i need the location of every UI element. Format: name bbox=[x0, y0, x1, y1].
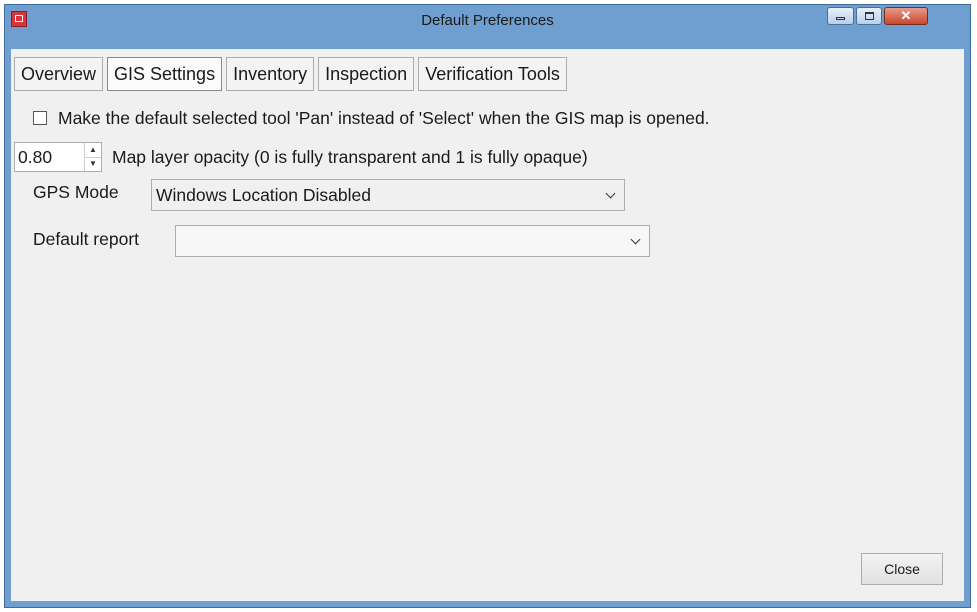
close-window-button[interactable]: ✕ bbox=[884, 7, 928, 25]
minimize-icon bbox=[828, 8, 853, 24]
opacity-spin-buttons[interactable]: ▲ ▼ bbox=[84, 143, 101, 171]
minimize-button[interactable] bbox=[827, 7, 854, 25]
gps-mode-value: Windows Location Disabled bbox=[156, 184, 371, 205]
pan-tool-label: Make the default selected tool 'Pan' ins… bbox=[58, 107, 710, 128]
default-report-label: Default report bbox=[33, 229, 140, 249]
maximize-button[interactable] bbox=[856, 7, 882, 25]
maximize-icon bbox=[857, 8, 881, 24]
gps-mode-label: GPS Mode bbox=[33, 182, 119, 202]
dialog-body: Overview GIS Settings Inventory Inspecti… bbox=[11, 49, 964, 601]
tab-inventory[interactable]: Inventory bbox=[226, 57, 315, 91]
default-report-select[interactable] bbox=[175, 225, 650, 257]
title-bar[interactable]: Default Preferences ✕ bbox=[5, 5, 970, 49]
close-icon: ✕ bbox=[900, 8, 912, 23]
opacity-value[interactable]: 0.80 bbox=[15, 143, 84, 171]
opacity-label: Map layer opacity (0 is fully transparen… bbox=[112, 146, 588, 167]
close-button[interactable]: Close bbox=[861, 553, 943, 585]
tab-verification-tools[interactable]: Verification Tools bbox=[418, 57, 567, 91]
tab-overview[interactable]: Overview bbox=[14, 57, 104, 91]
opacity-stepper[interactable]: 0.80 ▲ ▼ bbox=[14, 142, 102, 172]
spin-down-icon[interactable]: ▼ bbox=[85, 156, 101, 172]
tab-gis-settings[interactable]: GIS Settings bbox=[107, 57, 223, 91]
pan-tool-checkbox[interactable] bbox=[33, 111, 47, 125]
spin-up-icon[interactable]: ▲ bbox=[85, 143, 101, 157]
chevron-down-icon bbox=[630, 234, 641, 245]
preferences-window: Default Preferences ✕ Overview GIS Setti… bbox=[4, 4, 971, 608]
tab-inspection[interactable]: Inspection bbox=[318, 57, 415, 91]
window-title: Default Preferences bbox=[421, 12, 554, 29]
gps-mode-select[interactable]: Windows Location Disabled bbox=[151, 179, 625, 211]
tab-strip: Overview GIS Settings Inventory Inspecti… bbox=[14, 57, 567, 93]
opacity-row: 0.80 ▲ ▼ Map layer opacity (0 is fully t… bbox=[14, 142, 588, 172]
chevron-down-icon bbox=[605, 188, 616, 199]
pan-tool-option[interactable]: Make the default selected tool 'Pan' ins… bbox=[33, 103, 710, 133]
